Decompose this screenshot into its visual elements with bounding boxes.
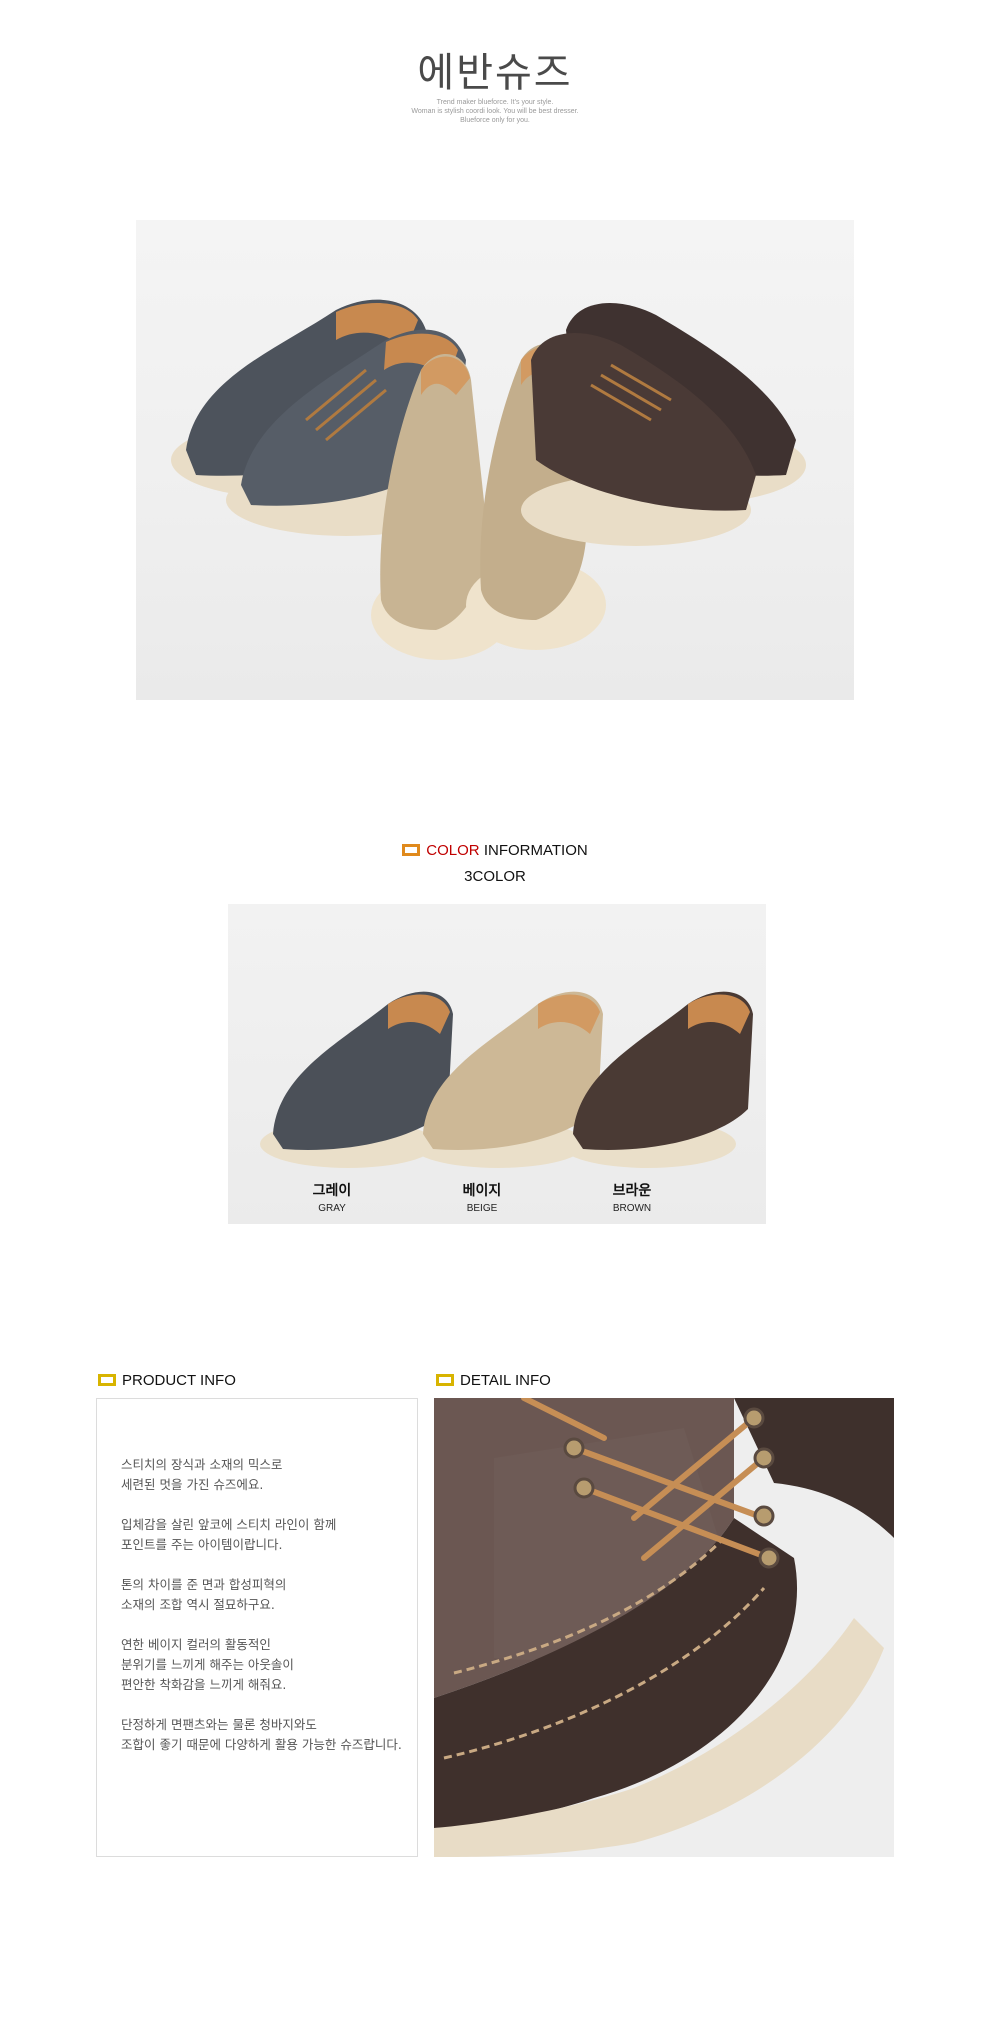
info-paragraph: 연한 베이지 컬러의 활동적인 분위기를 느끼게 해주는 아웃솔이 편안한 착화… — [121, 1637, 294, 1692]
hero-shoes-illustration — [171, 299, 806, 660]
tagline-line-2: Woman is stylish coordi look. You will b… — [411, 108, 579, 115]
product-info-box: 스티치의 장식과 소재의 믹스로 세련된 멋을 가진 슈즈에요. 입체감을 살린… — [96, 1398, 418, 1857]
swatch-label-beige: 베이지 BEIGE — [462, 1183, 502, 1214]
swatch-shoes-illustration — [260, 991, 753, 1168]
heading-box-icon — [402, 844, 421, 856]
page-title: 에반슈즈 — [417, 50, 573, 96]
swatch-label-gray: 그레이 GRAY — [312, 1183, 352, 1214]
info-paragraph: 스티치의 장식과 소재의 믹스로 세련된 멋을 가진 슈즈에요. — [121, 1457, 283, 1492]
color-swatch-image: 그레이 GRAY 베이지 BEIGE 브라운 BROWN — [228, 904, 766, 1224]
heading-box-icon — [436, 1374, 454, 1386]
color-info-heading: COLOR INFORMATION — [0, 842, 990, 859]
heading-rest: INFORMATION — [483, 842, 588, 859]
heading-box-icon — [98, 1374, 116, 1386]
product-info-heading: PRODUCT INFO — [98, 1372, 236, 1389]
color-count-label: 3COLOR — [464, 868, 526, 885]
swatch-label-brown: 브라운 BROWN — [612, 1183, 652, 1214]
hero-product-image — [136, 220, 854, 700]
tagline-line-1: Trend maker blueforce. It’s your style. — [436, 99, 554, 106]
detail-closeup-image — [434, 1398, 894, 1857]
brown-shoe-pair — [521, 303, 806, 546]
info-paragraph: 단정하게 면팬츠와는 물론 청바지와도 조합이 좋기 때문에 다양하게 활용 가… — [121, 1717, 402, 1752]
heading-accent: COLOR — [426, 842, 480, 859]
tagline-line-3: Blueforce only for you. — [460, 117, 530, 124]
detail-shoe-illustration — [434, 1398, 894, 1857]
info-paragraph: 입체감을 살린 앞코에 스티치 라인이 함께 포인트를 주는 아이템이랍니다. — [121, 1517, 337, 1552]
info-paragraph: 톤의 차이를 준 면과 합성피혁의 소재의 조합 역시 절묘하구요. — [121, 1577, 287, 1612]
detail-info-heading: DETAIL INFO — [436, 1372, 551, 1389]
